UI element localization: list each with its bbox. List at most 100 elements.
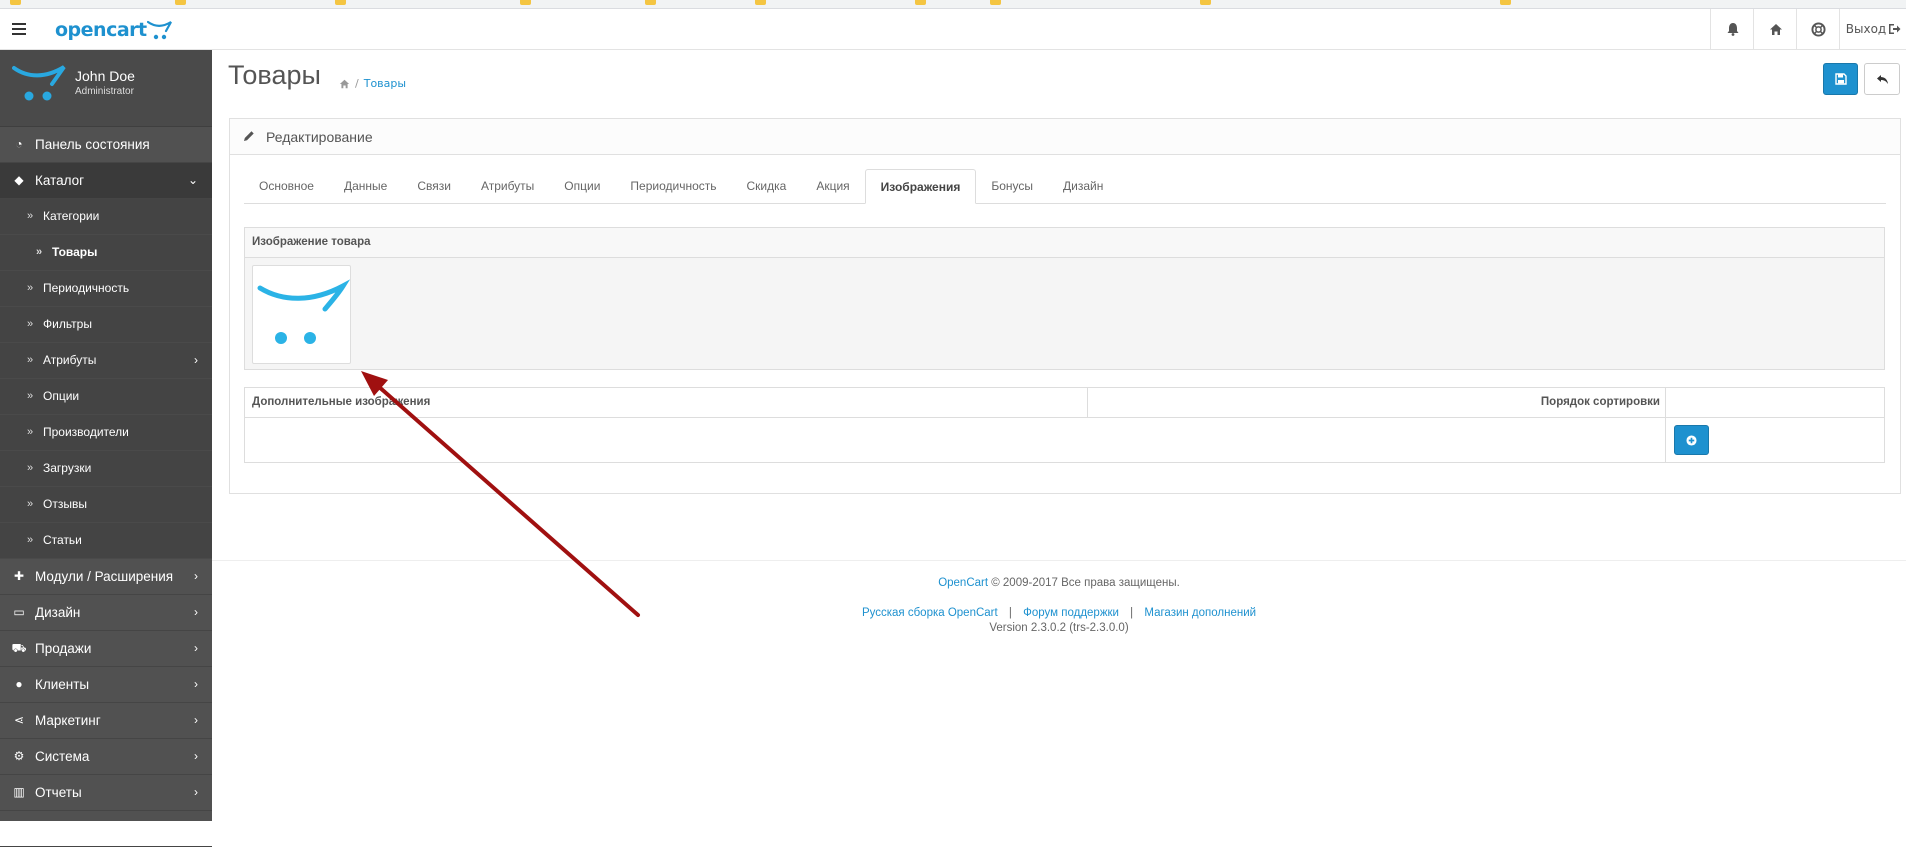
bookmark-folder-icon[interactable]: [10, 0, 21, 5]
user-role: Administrator: [75, 86, 134, 97]
nav-options[interactable]: » Опции: [0, 379, 212, 415]
additional-images-table: Дополнительные изображения Порядок сорти…: [244, 387, 1885, 463]
bookmark-folder-icon[interactable]: [175, 0, 186, 5]
bookmark-folder-icon[interactable]: [1200, 0, 1211, 5]
additional-images-header: Дополнительные изображения: [252, 396, 431, 408]
home-icon[interactable]: [339, 79, 350, 89]
user-icon: ●: [15, 677, 23, 691]
tab-data[interactable]: Данные: [329, 169, 402, 203]
nav-manufacturers[interactable]: » Производители: [0, 415, 212, 451]
nav-recurring[interactable]: » Периодичность: [0, 271, 212, 307]
nav-label: Панель состояния: [35, 137, 150, 152]
nav-label: Фильтры: [43, 317, 92, 331]
nav-filters[interactable]: » Фильтры: [0, 307, 212, 343]
user-name: John Doe: [75, 68, 135, 84]
logout-label: Выход: [1845, 22, 1887, 36]
double-chevron-icon: »: [27, 210, 34, 222]
addons-store-link[interactable]: Магазин дополнений: [1144, 607, 1256, 619]
opencart-cart-image: [257, 279, 351, 344]
panel-title: Редактирование: [266, 129, 373, 145]
bookmark-folder-icon[interactable]: [335, 0, 346, 5]
opencart-logo[interactable]: opencart: [55, 17, 173, 43]
footer-separator: |: [1008, 607, 1012, 619]
page-title: Товары: [228, 60, 321, 90]
product-image-thumbnail[interactable]: [252, 265, 351, 364]
chevron-right-icon: ›: [194, 785, 198, 799]
footer-copyright: OpenCart © 2009-2017 Все права защищены.: [212, 577, 1906, 589]
double-chevron-icon: »: [27, 426, 34, 438]
breadcrumb-products-link[interactable]: Товары: [364, 77, 406, 90]
nav-extensions[interactable]: ✚ Модули / Расширения ›: [0, 559, 212, 595]
nav-articles[interactable]: » Статьи: [0, 523, 212, 559]
tab-design[interactable]: Дизайн: [1048, 169, 1118, 203]
nav-label: Клиенты: [35, 677, 90, 692]
tab-general[interactable]: Основное: [244, 169, 329, 203]
double-chevron-icon: »: [27, 390, 34, 402]
bell-icon[interactable]: [1710, 9, 1754, 49]
tab-recurring[interactable]: Периодичность: [615, 169, 731, 203]
nav-downloads[interactable]: » Загрузки: [0, 451, 212, 487]
footer-divider: [212, 560, 1906, 561]
hamburger-icon[interactable]: [12, 19, 32, 39]
support-forum-link[interactable]: Форум поддержки: [1023, 607, 1119, 619]
life-ring-icon[interactable]: [1796, 9, 1840, 49]
cart-logo-icon: [146, 19, 173, 40]
nav-categories[interactable]: » Категории: [0, 199, 212, 235]
bookmark-folder-icon[interactable]: [645, 0, 656, 5]
nav-blog[interactable]: ▤ Blog ›: [0, 811, 212, 847]
sign-out-icon: [1889, 24, 1901, 34]
logout-button[interactable]: Выход: [1839, 9, 1906, 49]
tab-discount[interactable]: Скидка: [732, 169, 802, 203]
russian-build-link[interactable]: Русская сборка OpenCart: [862, 607, 998, 619]
tab-options[interactable]: Опции: [549, 169, 615, 203]
bookmarks-bar: [0, 0, 1906, 9]
tab-special[interactable]: Акция: [801, 169, 864, 203]
user-profile[interactable]: John Doe Administrator: [0, 50, 212, 127]
shopping-cart-icon: ⛟: [11, 641, 27, 655]
nav-catalog[interactable]: ◆ Каталог ⌄: [0, 163, 212, 199]
bookmark-folder-icon[interactable]: [755, 0, 766, 5]
panel-heading: Редактирование: [230, 119, 1900, 155]
home-icon[interactable]: [1753, 9, 1797, 49]
nav-reviews[interactable]: » Отзывы: [0, 487, 212, 523]
opencart-link[interactable]: OpenCart: [938, 577, 988, 589]
tab-attributes[interactable]: Атрибуты: [466, 169, 549, 203]
tab-links[interactable]: Связи: [402, 169, 466, 203]
puzzle-icon: ✚: [13, 569, 25, 583]
nav-customers[interactable]: ● Клиенты ›: [0, 667, 212, 703]
pencil-icon: [244, 131, 254, 141]
nav-marketing[interactable]: ⋖ Маркетинг ›: [0, 703, 212, 739]
footer-separator: |: [1130, 607, 1134, 619]
chevron-down-icon: ⌄: [187, 173, 198, 187]
bookmark-folder-icon[interactable]: [915, 0, 926, 5]
bar-chart-icon: ▥: [13, 785, 25, 799]
nav-label: Blog: [35, 821, 63, 836]
nav-label: Каталог: [35, 173, 85, 188]
double-chevron-icon: »: [36, 246, 43, 258]
nav-design[interactable]: ▭ Дизайн ›: [0, 595, 212, 631]
nav-attributes[interactable]: » Атрибуты ›: [0, 343, 212, 379]
tab-images[interactable]: Изображения: [864, 169, 977, 204]
monitor-icon: ▭: [13, 605, 25, 619]
reply-icon: [1876, 74, 1888, 84]
nav-sales[interactable]: ⛟ Продажи ›: [0, 631, 212, 667]
nav-dashboard[interactable]: ◔ Панель состояния: [0, 127, 212, 163]
tab-reward[interactable]: Бонусы: [976, 169, 1048, 203]
bookmark-folder-icon[interactable]: [520, 0, 531, 5]
nav-products[interactable]: » Товары: [0, 235, 212, 271]
double-chevron-icon: »: [27, 534, 34, 546]
nav-label: Товары: [52, 245, 98, 259]
gear-icon: ⚙: [13, 749, 25, 763]
nav-system[interactable]: ⚙ Система ›: [0, 739, 212, 775]
chevron-right-icon: ›: [194, 569, 198, 583]
double-chevron-icon: »: [27, 462, 34, 474]
add-image-button[interactable]: [1674, 425, 1709, 455]
bookmark-folder-icon[interactable]: [1500, 0, 1511, 5]
nav-reports[interactable]: ▥ Отчеты ›: [0, 775, 212, 811]
bookmark-folder-icon[interactable]: [990, 0, 1001, 5]
footer-links: Русская сборка OpenCart | Форум поддержк…: [212, 607, 1906, 619]
save-button[interactable]: [1823, 63, 1858, 95]
nav-label: Отчеты: [35, 785, 82, 800]
back-button[interactable]: [1864, 63, 1900, 95]
chevron-right-icon: ›: [194, 605, 198, 619]
